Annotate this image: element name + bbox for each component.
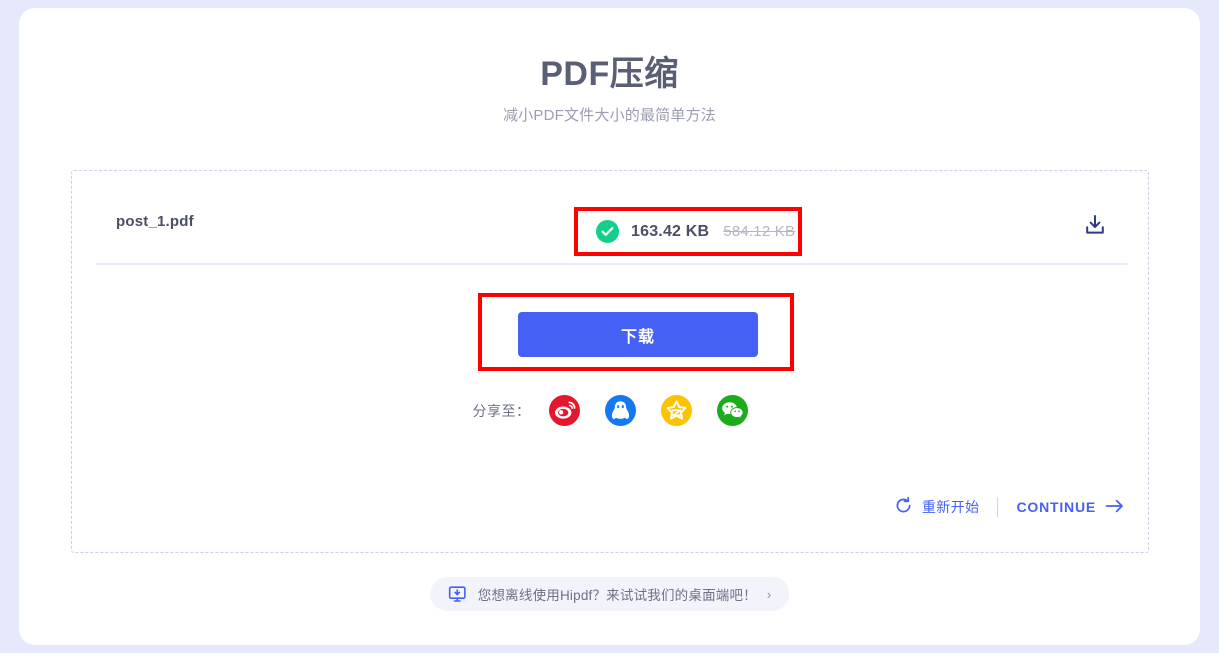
action-divider — [997, 497, 999, 517]
share-row: 分享至： — [72, 395, 1148, 426]
size-annotation-box: 163.42 KB 584.12 KB — [574, 207, 802, 256]
original-size: 584.12 KB — [723, 223, 796, 240]
refresh-ccw-icon — [894, 496, 922, 518]
chevron-right-icon: › — [766, 586, 772, 602]
continue-button[interactable]: CONTINUE — [1016, 499, 1124, 516]
qq-icon[interactable] — [604, 395, 636, 426]
file-panel: post_1.pdf 163.42 KB 584.12 KB 下载 分享至： 重… — [71, 170, 1149, 553]
arrow-right-icon — [1105, 499, 1124, 516]
download-button[interactable]: 下载 — [518, 312, 758, 357]
main-card: PDF压缩 减小PDF文件大小的最简单方法 post_1.pdf 163.42 … — [19, 8, 1200, 645]
weibo-icon[interactable] — [548, 395, 580, 426]
continue-label: CONTINUE — [1016, 499, 1096, 515]
desktop-app-banner[interactable]: 您想离线使用Hipdf？来试试我们的桌面端吧！ › — [429, 577, 790, 611]
compressed-size: 163.42 KB — [631, 222, 710, 240]
panel-actions: 重新开始 CONTINUE — [894, 496, 1124, 518]
file-name: post_1.pdf — [116, 213, 194, 230]
wechat-icon[interactable] — [716, 395, 748, 426]
check-circle-icon — [596, 220, 619, 243]
qzone-icon[interactable] — [660, 395, 692, 426]
file-row: post_1.pdf 163.42 KB 584.12 KB — [96, 187, 1128, 265]
page-subtitle: 减小PDF文件大小的最简单方法 — [502, 107, 716, 124]
restart-label: 重新开始 — [921, 499, 980, 515]
banner-text: 您想离线使用Hipdf？来试试我们的桌面端吧！ — [477, 588, 757, 603]
page-title: PDF压缩 — [540, 55, 679, 93]
share-label: 分享至： — [472, 402, 531, 419]
download-annotation-box: 下载 — [478, 293, 794, 371]
download-icon[interactable] — [1084, 214, 1106, 236]
restart-button[interactable]: 重新开始 — [894, 496, 980, 518]
desktop-download-icon — [448, 585, 466, 603]
